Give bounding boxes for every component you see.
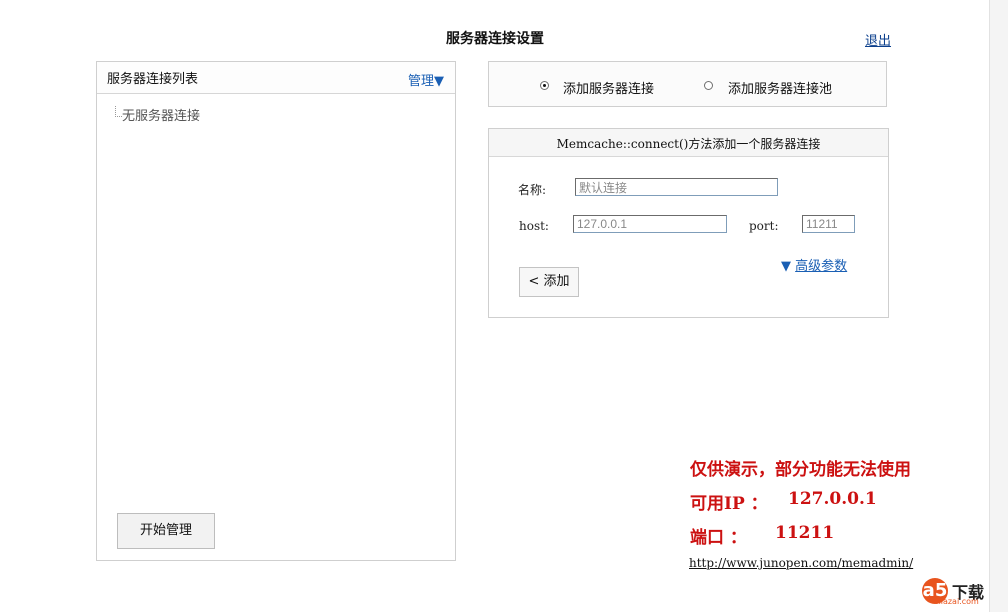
port-input[interactable] xyxy=(802,215,855,233)
demo-notice: 仅供演示，部分功能无法使用 xyxy=(690,460,911,480)
available-ip-label: 可用IP ： xyxy=(690,494,768,514)
add-connection-radio-label[interactable]: 添加服务器连接 xyxy=(563,78,654,97)
server-connection-list-panel: 服务器连接列表 管理▼ 无服务器连接 开始管理 xyxy=(96,61,456,561)
vertical-scrollbar[interactable] xyxy=(989,0,1008,612)
project-url-link[interactable]: http://www.junopen.com/memadmin/ xyxy=(689,556,913,570)
tree-connector-icon xyxy=(115,106,122,117)
add-connection-pool-radio[interactable] xyxy=(704,81,713,90)
host-label: host: xyxy=(519,219,549,233)
available-port-label: 端口 ： xyxy=(690,528,747,548)
logout-link[interactable]: 退出 xyxy=(865,30,891,49)
add-connection-form: Memcache::connect()方法添加一个服务器连接 名称: host:… xyxy=(488,128,889,318)
name-label: 名称: xyxy=(518,183,547,197)
add-button[interactable]: < 添加 xyxy=(519,267,579,297)
add-connection-radio[interactable] xyxy=(540,81,549,90)
add-connection-pool-radio-label[interactable]: 添加服务器连接池 xyxy=(728,78,832,97)
panel-header: 服务器连接列表 管理▼ xyxy=(97,62,455,94)
triangle-down-icon: ▼ xyxy=(781,259,791,274)
host-input[interactable] xyxy=(573,215,727,233)
port-label: port: xyxy=(749,219,779,233)
advanced-params-label: 高级参数 xyxy=(795,259,848,274)
name-input[interactable] xyxy=(575,178,778,196)
tree-item-empty: 无服务器连接 xyxy=(122,109,201,124)
start-manage-button[interactable]: 开始管理 xyxy=(117,513,215,549)
site-watermark-logo: a5 下载 xiazai.com xyxy=(922,578,1000,608)
advanced-params-link[interactable]: ▼ 高级参数 xyxy=(781,255,847,274)
watermark-site: xiazai.com xyxy=(936,597,979,606)
page-title: 服务器连接设置 xyxy=(446,31,544,47)
form-title: Memcache::connect()方法添加一个服务器连接 xyxy=(556,137,821,151)
form-header: Memcache::connect()方法添加一个服务器连接 xyxy=(489,129,888,157)
available-ip-value: 127.0.0.1 xyxy=(788,489,877,509)
available-port-value: 11211 xyxy=(775,523,835,543)
panel-title: 服务器连接列表 xyxy=(107,72,199,87)
connection-type-panel: 添加服务器连接 添加服务器连接池 xyxy=(488,61,887,107)
manage-dropdown[interactable]: 管理▼ xyxy=(408,70,444,89)
